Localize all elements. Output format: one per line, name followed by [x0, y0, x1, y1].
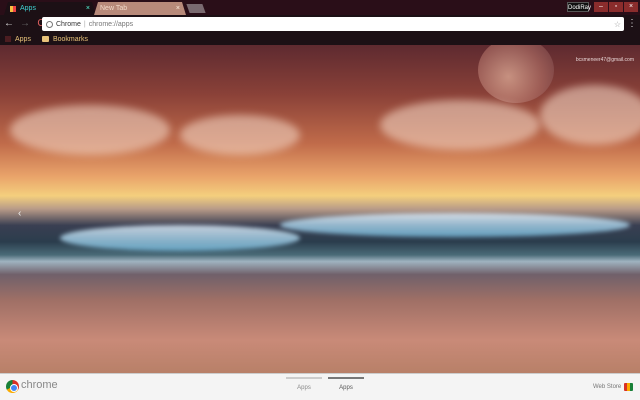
bookmarks-bar: Apps Bookmarks	[0, 33, 640, 45]
url-separator: |	[83, 20, 86, 28]
cloud-image	[180, 115, 300, 155]
bookmark-star-icon[interactable]: ☆	[614, 20, 621, 29]
tab-apps[interactable]: Apps ×	[4, 2, 96, 15]
window-controls: – ▫ ×	[594, 2, 638, 12]
tab-close-icon[interactable]: ×	[86, 5, 90, 12]
bookmark-apps[interactable]: Apps	[5, 36, 31, 43]
apps-favicon-icon	[10, 6, 16, 12]
back-button[interactable]: ←	[2, 17, 16, 31]
bookmark-folder[interactable]: Bookmarks	[41, 35, 88, 43]
cloud-image	[380, 100, 540, 150]
cloud-image	[10, 105, 170, 155]
address-bar[interactable]: Chrome | chrome://apps ☆	[42, 17, 624, 31]
wave-image	[60, 225, 300, 251]
apps-grid-icon	[5, 36, 11, 42]
tab-close-icon[interactable]: ×	[176, 5, 180, 12]
cloud-image	[540, 85, 640, 145]
url-text[interactable]: chrome://apps	[89, 21, 133, 28]
page-tab-label: Apps	[297, 385, 311, 391]
web-store-link[interactable]: Web Store	[593, 384, 621, 390]
minimize-button[interactable]: –	[594, 2, 608, 12]
profile-button[interactable]: DodiRay	[567, 2, 591, 12]
page-indicator	[328, 377, 364, 379]
tab-label: Apps	[20, 5, 36, 12]
apps-bottom-bar: chrome Apps Apps Web Store	[0, 373, 640, 400]
close-window-button[interactable]: ×	[624, 2, 638, 12]
bookmark-label: Bookmarks	[52, 35, 88, 43]
page-tab-apps-active[interactable]: Apps	[328, 377, 364, 395]
bookmark-label: Apps	[15, 35, 31, 43]
tab-label: New Tab	[100, 5, 128, 12]
forward-button[interactable]: →	[18, 17, 32, 31]
web-store-icon[interactable]	[624, 383, 633, 391]
tab-strip: Apps × New Tab × DodiRay – ▫ ×	[0, 0, 640, 15]
chrome-menu-icon[interactable]: ⋮	[627, 18, 637, 29]
wave-image	[280, 213, 630, 237]
new-tab-button[interactable]	[186, 4, 206, 13]
site-label: Chrome	[56, 20, 81, 28]
maximize-button[interactable]: ▫	[609, 2, 623, 12]
site-info-icon[interactable]	[46, 20, 53, 28]
folder-icon	[41, 36, 49, 42]
page-tab-apps[interactable]: Apps	[286, 377, 322, 395]
chrome-logo-icon	[6, 380, 19, 393]
previous-page-arrow-icon[interactable]: ‹	[18, 208, 21, 219]
toolbar: ← → C Chrome | chrome://apps ☆	[0, 15, 640, 33]
page-tab-label: Apps	[339, 385, 353, 391]
page-indicator	[286, 377, 322, 379]
moon-image	[478, 45, 554, 103]
tab-new-tab[interactable]: New Tab ×	[94, 2, 186, 15]
apps-page-background: bcsmeneer47@gmail.com ‹	[0, 45, 640, 373]
chrome-brand: chrome	[21, 379, 58, 391]
user-email[interactable]: bcsmeneer47@gmail.com	[576, 57, 634, 63]
